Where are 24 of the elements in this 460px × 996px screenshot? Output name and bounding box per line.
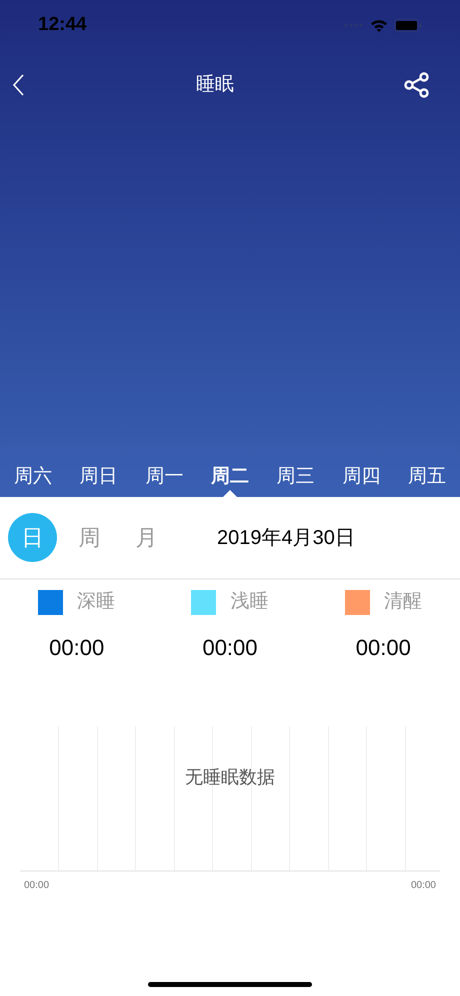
axis-label: 00:00 [24,878,50,892]
weekday-tab[interactable]: 周五 [408,462,446,492]
legend-label: 清醒 [384,590,422,614]
share-button[interactable] [404,72,430,98]
empty-chart-message: 无睡眠数据 [185,766,275,789]
weekday-tab[interactable]: 周日 [80,462,118,492]
status-time: 12:44 [38,12,87,37]
screen-title: 睡眠 [196,72,234,97]
battery-icon [394,18,422,32]
axis-label: 00:00 [410,878,436,892]
weekday-tab[interactable]: 周二 [210,462,249,492]
weekday-tab[interactable]: 周六 [14,462,52,492]
legend-label: 浅睡 [230,590,268,614]
duration-value: 00:00 [356,634,411,662]
selection-notch [222,490,237,497]
back-button[interactable] [12,73,26,97]
weekday-tab[interactable]: 周一 [145,462,184,492]
duration-value: 00:00 [202,634,258,662]
wifi-icon [370,18,388,32]
weekday-tab[interactable]: 周四 [342,462,380,492]
weekday-tab[interactable]: 周三 [276,462,315,492]
duration-value: 00:00 [49,634,104,662]
date-label: 2019年4月30日 [217,526,355,550]
legend-label: 深睡 [77,590,116,614]
